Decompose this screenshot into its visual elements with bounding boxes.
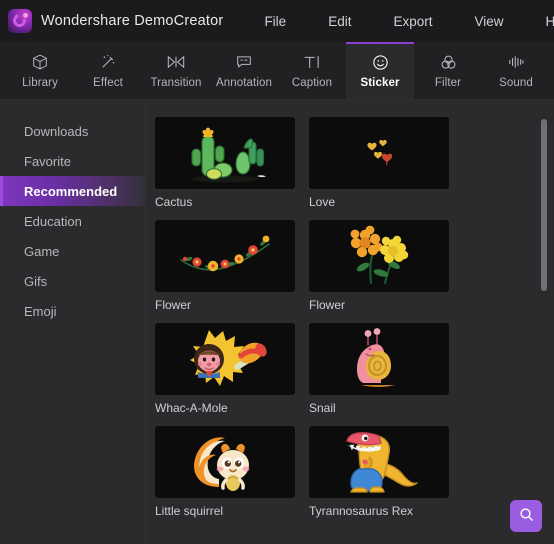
sticker-label: Tyrannosaurus Rex xyxy=(309,504,414,518)
transition-bowtie-icon xyxy=(166,53,186,72)
menu-item-view[interactable]: View xyxy=(465,10,514,33)
menu-item-file[interactable]: File xyxy=(254,10,296,33)
sticker-panel: Downloads Favorite Recommended Education… xyxy=(0,99,554,544)
sidebar-item-favorite[interactable]: Favorite xyxy=(0,146,145,176)
sticker-label: Flower xyxy=(309,298,346,312)
sticker-card-little-squirrel[interactable]: Little squirrel xyxy=(155,426,295,518)
audio-waveform-icon xyxy=(506,53,526,72)
scrollbar-thumb[interactable] xyxy=(541,119,547,291)
flower-vine-art xyxy=(180,235,270,272)
tab-label: Sticker xyxy=(360,76,400,89)
tab-annotation[interactable]: Annotation xyxy=(210,42,278,99)
sidebar-item-label: Favorite xyxy=(24,153,71,169)
sidebar-item-label: Education xyxy=(24,213,82,229)
sidebar-item-label: Emoji xyxy=(24,303,57,319)
tab-label: Effect xyxy=(93,76,123,89)
sticker-thumbnail xyxy=(155,323,295,395)
sticker-label: Love xyxy=(309,195,336,209)
sticker-card-tyrannosaurus-rex[interactable]: Tyrannosaurus Rex xyxy=(309,426,449,518)
sticker-thumbnail xyxy=(155,220,295,292)
menu-item-export[interactable]: Export xyxy=(383,10,442,33)
flower-pair-art xyxy=(350,225,409,284)
sticker-thumbnail xyxy=(309,323,449,395)
tab-transition[interactable]: Transition xyxy=(142,42,210,99)
sidebar-item-label: Downloads xyxy=(24,123,89,139)
sidebar-item-label: Gifs xyxy=(24,273,48,289)
search-button[interactable] xyxy=(510,500,542,532)
sticker-thumbnail xyxy=(309,426,449,498)
sticker-label: Flower xyxy=(155,298,192,312)
text-tool-icon xyxy=(302,53,322,72)
sticker-thumbnail xyxy=(309,117,449,189)
sticker-label: Cactus xyxy=(155,195,193,209)
tab-label: Library xyxy=(22,76,58,89)
sidebar-item-recommended[interactable]: Recommended xyxy=(0,176,145,206)
love-art xyxy=(367,140,393,166)
squirrel-art xyxy=(194,437,250,491)
search-icon xyxy=(518,506,535,526)
sticker-thumbnail xyxy=(155,426,295,498)
cube-icon xyxy=(31,53,49,72)
sidebar-item-emoji[interactable]: Emoji xyxy=(0,296,145,326)
sticker-label: Whac-A-Mole xyxy=(155,401,228,415)
menu-bar: File Edit Export View Help xyxy=(254,10,554,33)
sticker-card-cactus[interactable]: Cactus xyxy=(155,117,295,209)
tab-sticker[interactable]: Sticker xyxy=(346,42,414,99)
brand: Wondershare DemoCreator xyxy=(8,9,223,33)
sidebar-item-education[interactable]: Education xyxy=(0,206,145,236)
sticker-thumbnail xyxy=(155,117,295,189)
tab-filter[interactable]: Filter xyxy=(414,42,482,99)
tab-strip: Library Effect Transition Annotation Cap… xyxy=(0,42,554,99)
speech-bubble-icon xyxy=(235,53,253,72)
sidebar-item-downloads[interactable]: Downloads xyxy=(0,116,145,146)
category-sidebar: Downloads Favorite Recommended Education… xyxy=(0,100,146,544)
three-circles-icon xyxy=(439,53,458,72)
tab-label: Annotation xyxy=(216,76,272,89)
wondershare-logo-icon xyxy=(8,9,32,33)
sticker-card-love[interactable]: Love xyxy=(309,117,449,209)
snail-art xyxy=(357,328,395,387)
tab-effect[interactable]: Effect xyxy=(74,42,142,99)
sticker-label: Little squirrel xyxy=(155,504,224,518)
sticker-card-flower-vine[interactable]: Flower xyxy=(155,220,295,312)
sticker-card-flower-pair[interactable]: Flower xyxy=(309,220,449,312)
sticker-thumbnail xyxy=(309,220,449,292)
menu-item-help[interactable]: Help xyxy=(536,10,554,33)
scrollbar-track[interactable] xyxy=(540,100,548,544)
sticker-label: Snail xyxy=(309,401,336,415)
trex-art xyxy=(346,432,418,493)
sticker-card-snail[interactable]: Snail xyxy=(309,323,449,415)
app-title: Wondershare DemoCreator xyxy=(41,13,224,29)
tab-label: Sound xyxy=(499,76,533,89)
tab-sound[interactable]: Sound xyxy=(482,42,550,99)
cactus-art xyxy=(191,127,266,183)
smiley-face-icon xyxy=(371,53,390,72)
sidebar-item-gifs[interactable]: Gifs xyxy=(0,266,145,296)
sidebar-item-game[interactable]: Game xyxy=(0,236,145,266)
title-bar: Wondershare DemoCreator File Edit Export… xyxy=(0,0,554,42)
sidebar-item-label: Recommended xyxy=(24,183,118,199)
menu-item-edit[interactable]: Edit xyxy=(318,10,361,33)
sticker-card-whac-a-mole[interactable]: Whac-A-Mole xyxy=(155,323,295,415)
tab-caption[interactable]: Caption xyxy=(278,42,346,99)
whacamole-art xyxy=(190,330,267,386)
tab-label: Filter xyxy=(434,76,462,89)
democreator-window: Wondershare DemoCreator File Edit Export… xyxy=(0,0,554,544)
tab-label: Transition xyxy=(150,76,202,89)
tab-library[interactable]: Library xyxy=(6,42,74,99)
magic-wand-icon xyxy=(99,53,117,72)
sticker-grid-scroll-area[interactable]: Cactus Love Flower Flower Whac-A-Mole Sn… xyxy=(146,100,554,544)
sidebar-item-label: Game xyxy=(24,243,60,259)
sticker-grid: Cactus Love Flower Flower Whac-A-Mole Sn… xyxy=(146,100,540,518)
tab-label: Caption xyxy=(291,76,333,89)
